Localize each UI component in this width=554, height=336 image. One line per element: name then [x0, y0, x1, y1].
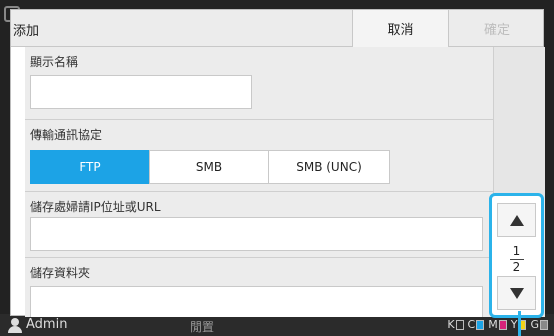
page-navigator: 1 2 — [489, 193, 544, 318]
callout-line — [518, 311, 521, 336]
display-name-section: 顯示名稱 — [25, 47, 493, 120]
current-page: 1 — [512, 244, 521, 258]
protocol-smb-button[interactable]: SMB — [149, 150, 269, 184]
display-name-input[interactable] — [30, 75, 252, 109]
user-icon — [8, 317, 22, 333]
ok-button[interactable]: 確定 — [449, 10, 545, 47]
total-pages: 2 — [512, 260, 521, 274]
cancel-button[interactable]: 取消 — [352, 10, 449, 47]
page-indicator: 1 2 — [492, 245, 541, 274]
ink-c: C — [468, 318, 485, 331]
arrow-up-icon — [509, 214, 524, 226]
page-up-button[interactable] — [497, 203, 536, 237]
status-text: 閒置 — [190, 320, 215, 334]
protocol-label: 傳輸通訊協定 — [30, 128, 103, 142]
server-address-input[interactable] — [30, 217, 483, 251]
add-dialog: 添加 取消 確定 顯示名稱 傳輸通訊協定 FTP SMB SMB (UNC) 儲… — [10, 9, 545, 318]
folder-input[interactable] — [30, 286, 483, 317]
server-section: 儲存處婦請IP位址或URL — [25, 192, 493, 258]
dialog-header: 添加 取消 確定 — [11, 10, 543, 47]
protocol-ftp-button[interactable]: FTP — [30, 150, 150, 184]
ink-g: G — [530, 318, 548, 331]
protocol-section: 傳輸通訊協定 FTP SMB SMB (UNC) — [25, 120, 493, 192]
protocol-selector: FTP SMB SMB (UNC) — [30, 150, 390, 184]
display-name-label: 顯示名稱 — [30, 55, 79, 69]
protocol-smb-unc-button[interactable]: SMB (UNC) — [268, 150, 390, 184]
status-bar: Admin 閒置 K C M Y G — [0, 314, 554, 336]
ink-m: M — [488, 318, 507, 331]
ink-levels: K C M Y G — [447, 318, 548, 331]
folder-label: 儲存資料夾 — [30, 266, 91, 280]
arrow-down-icon — [509, 287, 524, 299]
page-down-button[interactable] — [497, 276, 536, 310]
form-content: 顯示名稱 傳輸通訊協定 FTP SMB SMB (UNC) 儲存處婦請IP位址或… — [25, 47, 493, 317]
ink-k: K — [447, 318, 464, 331]
status-user-name: Admin — [26, 317, 68, 332]
server-label: 儲存處婦請IP位址或URL — [30, 200, 161, 214]
folder-section: 儲存資料夾 — [25, 258, 493, 317]
dialog-title: 添加 — [13, 24, 40, 39]
status-user[interactable]: Admin — [8, 317, 68, 333]
